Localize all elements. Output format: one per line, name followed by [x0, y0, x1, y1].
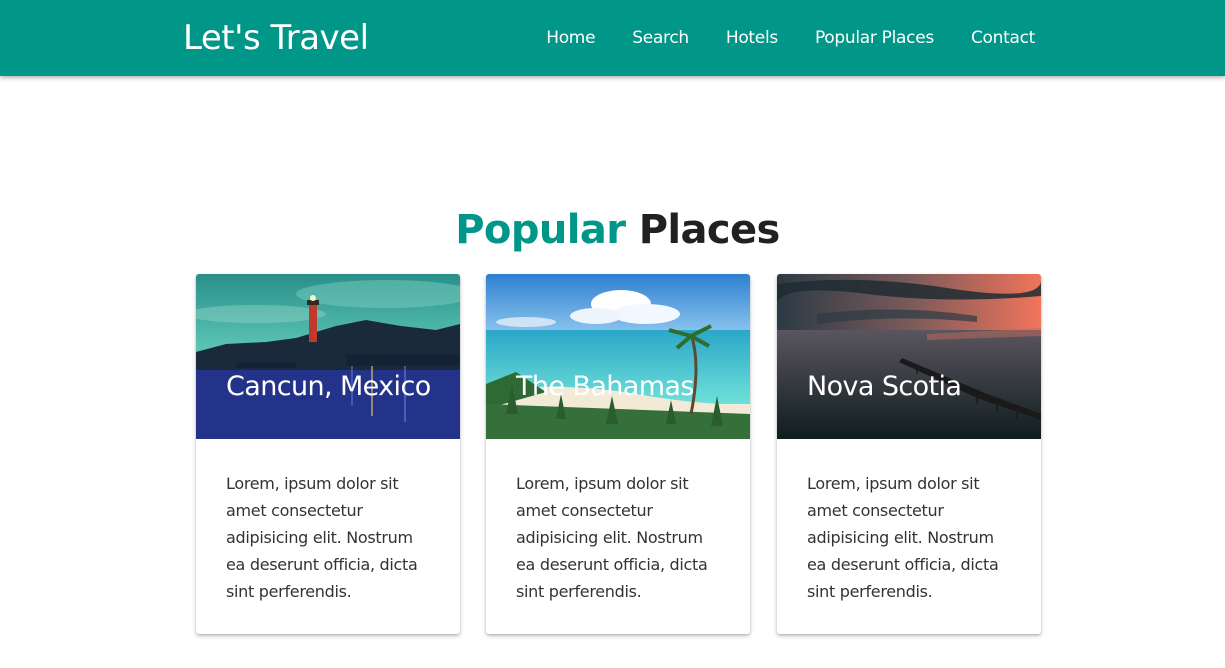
beach-palms-image — [486, 274, 750, 439]
card-text-bahamas: Lorem, ipsum dolor sit amet consectetur … — [516, 474, 708, 601]
nav-link-hotels[interactable]: Hotels — [726, 26, 778, 50]
nav-link-search[interactable]: Search — [632, 26, 689, 50]
nav-link-home[interactable]: Home — [546, 26, 595, 50]
card-image-nova-scotia: Nova Scotia — [777, 274, 1041, 439]
nav-link-contact[interactable]: Contact — [971, 26, 1035, 50]
nav-links: Home Search Hotels Popular Places Contac… — [509, 26, 1035, 50]
section-title-accent: Popular — [455, 207, 626, 253]
card-image-bahamas: The Bahamas — [486, 274, 750, 439]
section-title-rest: Places — [638, 207, 781, 253]
place-card-bahamas[interactable]: The Bahamas Lorem, ipsum dolor sit amet … — [486, 274, 750, 634]
lighthouse-night-image — [196, 274, 460, 439]
nav-link-popular-places[interactable]: Popular Places — [815, 26, 934, 50]
brand-logo-link[interactable]: Let's Travel — [183, 18, 369, 58]
card-text-nova-scotia: Lorem, ipsum dolor sit amet consectetur … — [807, 474, 999, 601]
section-title: Popular Places — [0, 205, 1225, 255]
place-card-nova-scotia[interactable]: Nova Scotia Lorem, ipsum dolor sit amet … — [777, 274, 1041, 634]
sunset-pier-image — [777, 274, 1041, 439]
card-title-bahamas: The Bahamas — [516, 371, 694, 402]
place-card-cancun[interactable]: Cancun, Mexico Lorem, ipsum dolor sit am… — [196, 274, 460, 634]
navbar: Let's Travel Home Search Hotels Popular … — [0, 0, 1225, 76]
card-title-nova-scotia: Nova Scotia — [807, 371, 962, 402]
card-title-cancun: Cancun, Mexico — [226, 371, 431, 402]
card-text-cancun: Lorem, ipsum dolor sit amet consectetur … — [226, 474, 418, 601]
card-image-cancun: Cancun, Mexico — [196, 274, 460, 439]
